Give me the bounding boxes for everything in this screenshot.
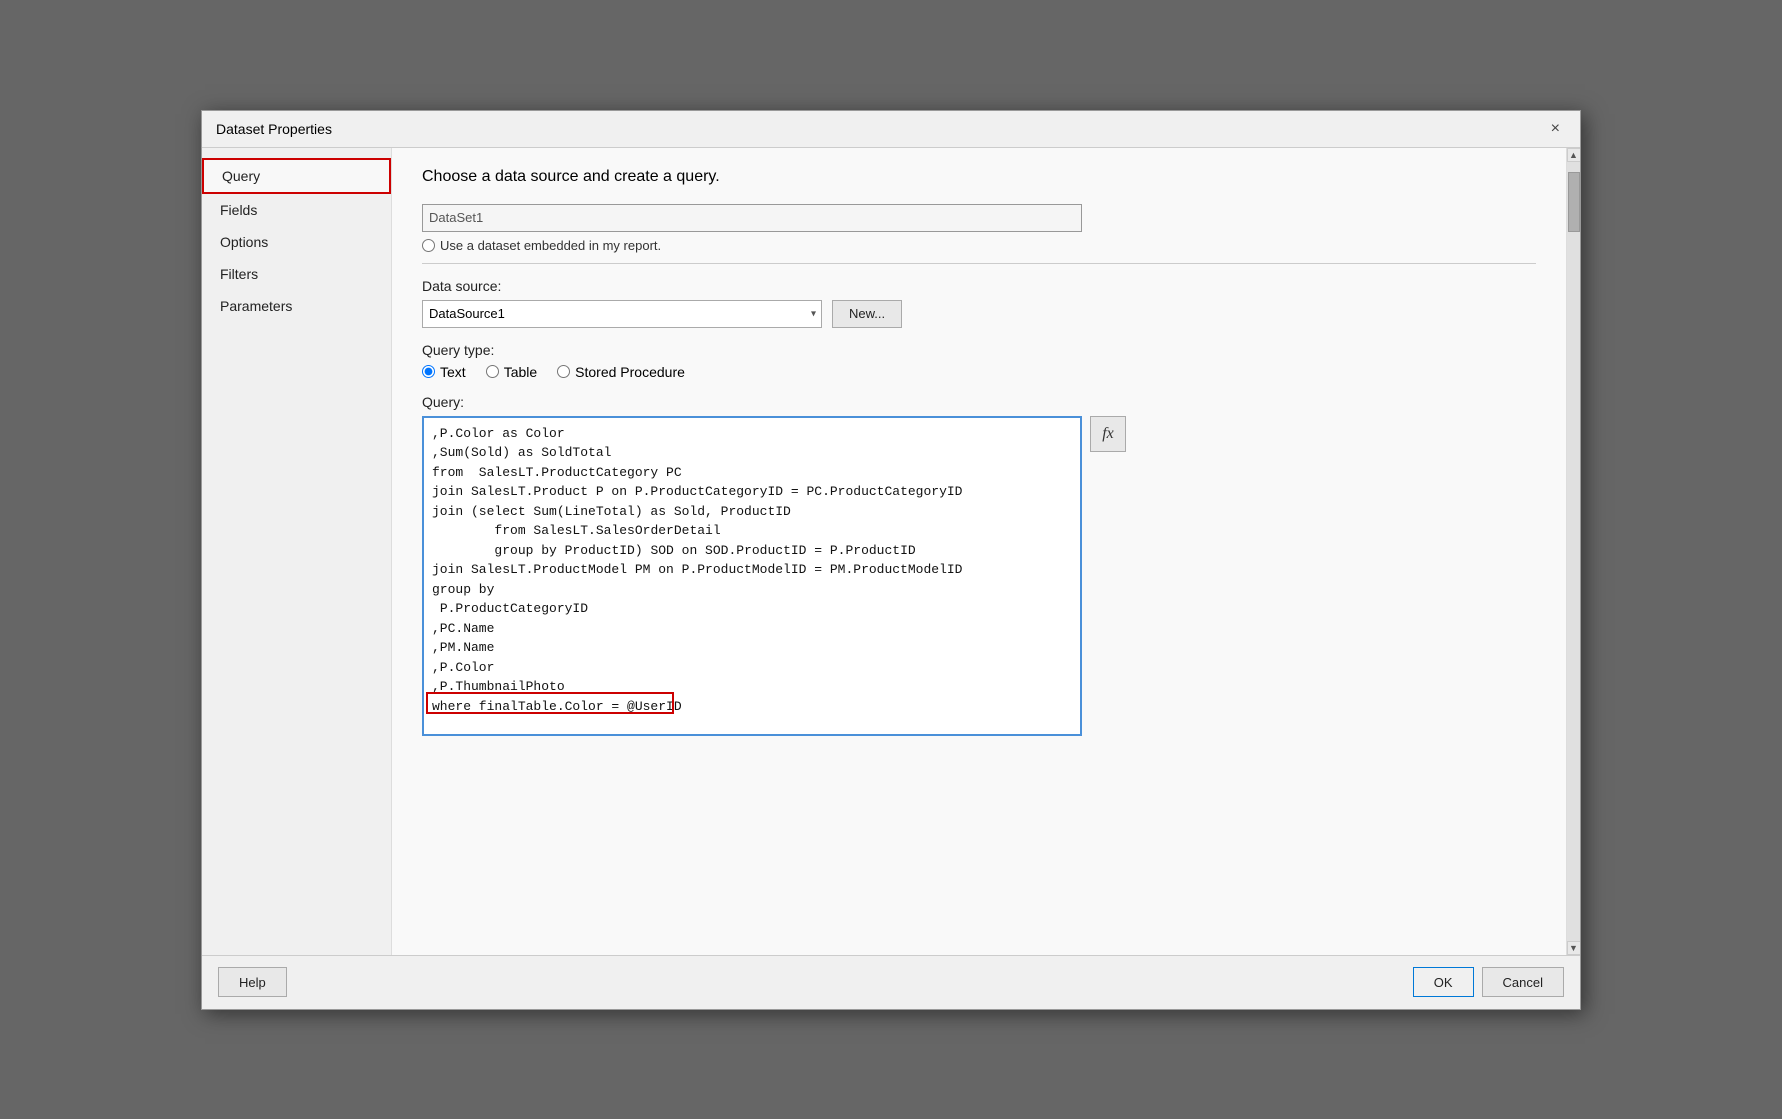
fx-button[interactable]: fx xyxy=(1090,416,1126,452)
query-type-text: Text xyxy=(440,364,466,380)
main-scrollbar: ▲ ▼ xyxy=(1566,148,1580,955)
query-type-section: Query type: Text Table xyxy=(422,342,1536,380)
scroll-down-arrow[interactable]: ▼ xyxy=(1567,941,1581,955)
embedded-radio[interactable] xyxy=(422,239,435,252)
query-textarea[interactable]: ,P.Color as Color ,Sum(Sold) as SoldTota… xyxy=(422,416,1082,736)
datasource-select[interactable]: DataSource1 xyxy=(422,300,822,328)
scroll-track xyxy=(1567,162,1581,941)
dataset-properties-dialog: Dataset Properties × Query Fields Option… xyxy=(201,110,1581,1010)
dataset-name-row xyxy=(422,204,1536,232)
embedded-radio-text: Use a dataset embedded in my report. xyxy=(440,238,661,253)
query-type-label: Query type: xyxy=(422,342,1536,358)
dataset-name-input[interactable] xyxy=(422,204,1082,232)
scroll-thumb[interactable] xyxy=(1568,172,1580,232)
separator-1 xyxy=(422,263,1536,264)
page-title: Choose a data source and create a query. xyxy=(422,168,1536,186)
sidebar-item-query[interactable]: Query xyxy=(202,158,391,194)
cancel-button[interactable]: Cancel xyxy=(1482,967,1564,997)
query-type-table-radio[interactable] xyxy=(486,365,499,378)
query-label: Query: xyxy=(422,394,1536,410)
footer-left: Help xyxy=(218,967,287,997)
footer-right: OK Cancel xyxy=(1413,967,1564,997)
new-datasource-button[interactable]: New... xyxy=(832,300,902,328)
dialog-footer: Help OK Cancel xyxy=(202,955,1580,1009)
query-type-stored-proc-label[interactable]: Stored Procedure xyxy=(557,364,685,380)
dialog-body: Query Fields Options Filters Parameters … xyxy=(202,148,1580,955)
datasource-select-wrapper: DataSource1 ▾ xyxy=(422,300,822,328)
close-button[interactable]: × xyxy=(1545,119,1566,139)
main-content: Choose a data source and create a query.… xyxy=(392,148,1580,955)
query-type-table-label[interactable]: Table xyxy=(486,364,537,380)
sidebar-item-parameters[interactable]: Parameters xyxy=(202,290,391,322)
query-textarea-container: ,P.Color as Color ,Sum(Sold) as SoldTota… xyxy=(422,416,1082,736)
query-type-radios: Text Table Stored Procedure xyxy=(422,364,1536,380)
query-type-table: Table xyxy=(504,364,537,380)
ok-button[interactable]: OK xyxy=(1413,967,1474,997)
data-source-row: DataSource1 ▾ New... xyxy=(422,300,1536,328)
data-source-label: Data source: xyxy=(422,278,1536,294)
title-bar: Dataset Properties × xyxy=(202,111,1580,148)
main-scroll-area: Choose a data source and create a query.… xyxy=(392,148,1566,955)
query-section: Query: ,P.Color as Color ,Sum(Sold) as S… xyxy=(422,394,1536,736)
sidebar-item-fields[interactable]: Fields xyxy=(202,194,391,226)
query-type-stored-proc-radio[interactable] xyxy=(557,365,570,378)
sidebar-item-options[interactable]: Options xyxy=(202,226,391,258)
query-type-stored-proc: Stored Procedure xyxy=(575,364,685,380)
sidebar: Query Fields Options Filters Parameters xyxy=(202,148,392,955)
query-type-text-radio[interactable] xyxy=(422,365,435,378)
help-button[interactable]: Help xyxy=(218,967,287,997)
embedded-radio-row: Use a dataset embedded in my report. xyxy=(422,238,1536,253)
dialog-title: Dataset Properties xyxy=(216,121,332,137)
scroll-up-arrow[interactable]: ▲ xyxy=(1567,148,1581,162)
embedded-radio-label[interactable]: Use a dataset embedded in my report. xyxy=(422,238,1536,253)
sidebar-item-filters[interactable]: Filters xyxy=(202,258,391,290)
query-editor-wrapper: ,P.Color as Color ,Sum(Sold) as SoldTota… xyxy=(422,416,1536,736)
query-type-text-label[interactable]: Text xyxy=(422,364,466,380)
